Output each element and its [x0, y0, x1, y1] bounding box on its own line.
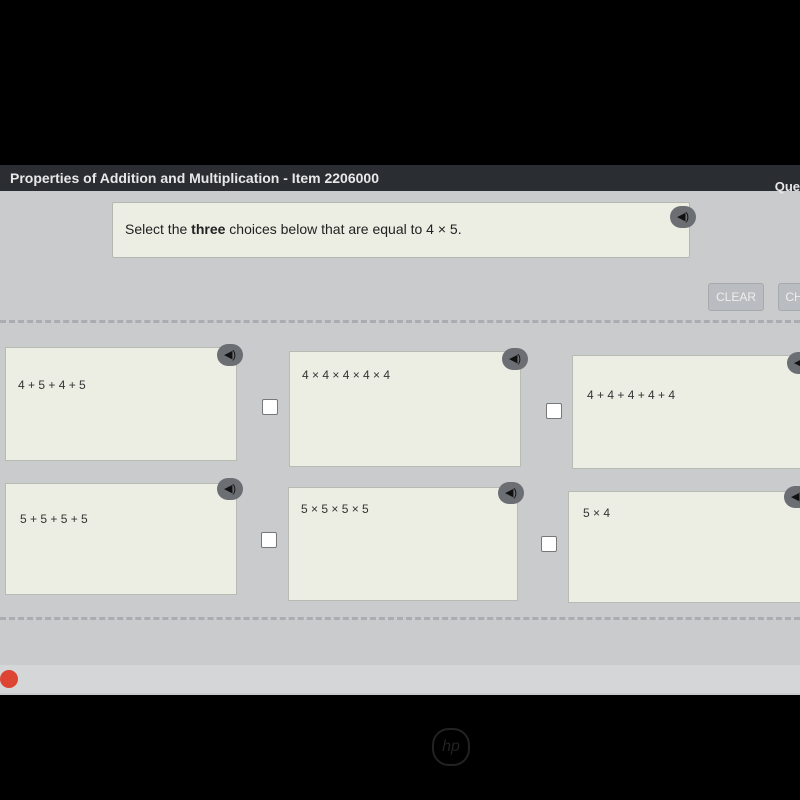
divider: [0, 320, 800, 323]
choice-text: 4 + 5 + 4 + 5: [18, 378, 86, 392]
speaker-icon[interactable]: ◀): [217, 478, 243, 500]
speaker-icon[interactable]: ◀): [670, 206, 696, 228]
question-nav[interactable]: Que: [775, 179, 800, 194]
question-prompt: Select the three choices below that are …: [112, 202, 690, 258]
choice-text: 4 + 4 + 4 + 4 + 4: [587, 388, 676, 402]
choice-text: 5 × 5 × 5 × 5: [301, 502, 369, 516]
choice-card[interactable]: 4 + 5 + 4 + 5: [5, 347, 237, 461]
choice-checkbox[interactable]: [261, 532, 277, 548]
choice-checkbox[interactable]: [546, 403, 562, 419]
speaker-icon[interactable]: ◀): [784, 486, 800, 508]
choice-card[interactable]: 5 × 4: [568, 491, 800, 603]
taskbar: [0, 665, 800, 693]
prompt-emphasis: three: [191, 221, 226, 237]
choice-card[interactable]: 4 + 4 + 4 + 4 + 4: [572, 355, 800, 469]
clear-button[interactable]: CLEAR: [708, 283, 764, 311]
speaker-icon[interactable]: ◀): [502, 348, 528, 370]
choice-text: 5 + 5 + 5 + 5: [20, 512, 88, 526]
choice-card[interactable]: 5 + 5 + 5 + 5: [5, 483, 237, 595]
page-title: Properties of Addition and Multiplicatio…: [10, 170, 379, 186]
speaker-icon[interactable]: ◀): [498, 482, 524, 504]
divider: [0, 617, 800, 620]
prompt-text-end: choices below that are equal to 4 × 5.: [225, 221, 462, 237]
title-bar: Properties of Addition and Multiplicatio…: [0, 165, 800, 194]
choice-card[interactable]: 4 × 4 × 4 × 4 × 4: [289, 351, 521, 467]
choice-checkbox[interactable]: [541, 536, 557, 552]
screen: Properties of Addition and Multiplicatio…: [0, 165, 800, 695]
check-button[interactable]: CH: [778, 283, 800, 311]
choice-text: 5 × 4: [583, 506, 611, 520]
choice-text: 4 × 4 × 4 × 4 × 4: [302, 368, 391, 382]
prompt-text: Select the: [125, 221, 192, 237]
choice-checkbox[interactable]: [262, 399, 278, 415]
hp-logo: hp: [432, 728, 470, 766]
speaker-icon[interactable]: ◀): [217, 344, 243, 366]
chrome-icon[interactable]: [0, 670, 18, 688]
choice-card[interactable]: 5 × 5 × 5 × 5: [288, 487, 518, 601]
